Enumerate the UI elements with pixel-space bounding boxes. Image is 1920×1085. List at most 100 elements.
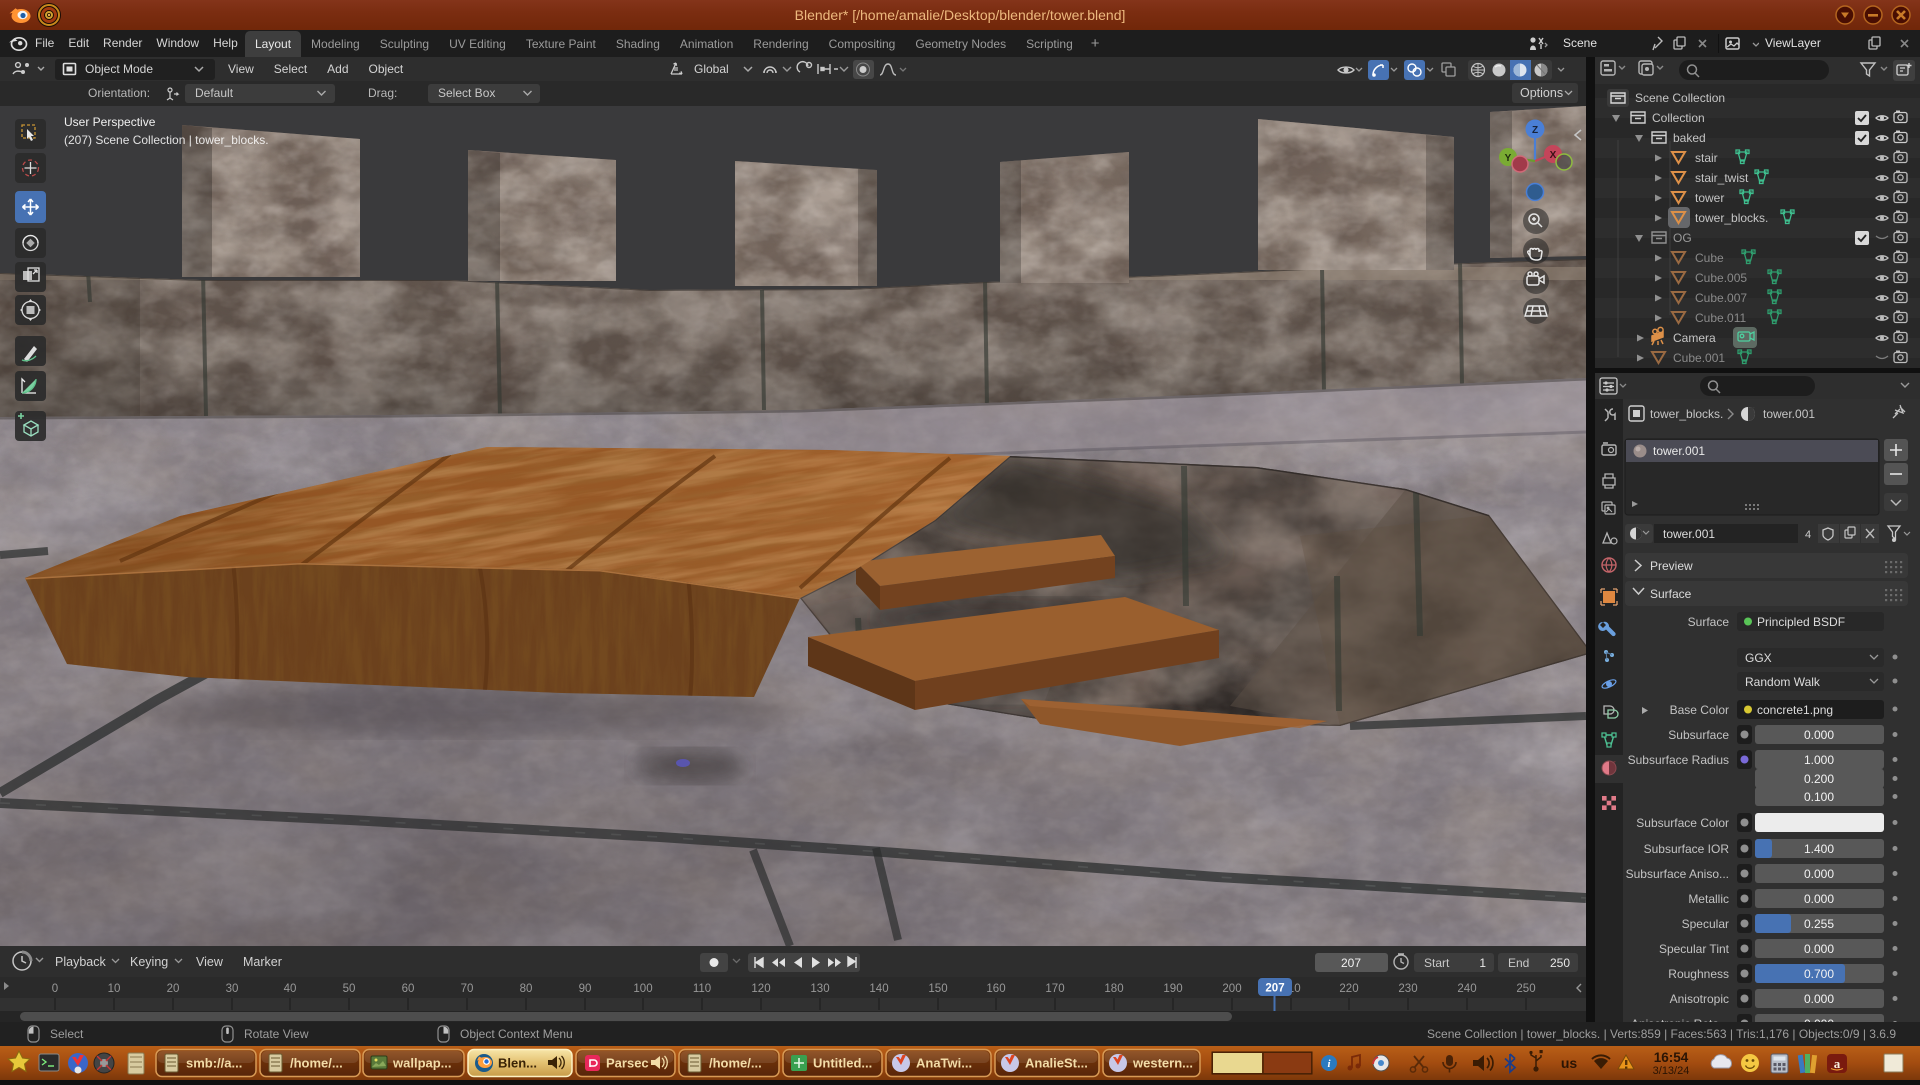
svg-text:Untitled...: Untitled... xyxy=(813,1056,872,1071)
svg-text:0.000: 0.000 xyxy=(1804,892,1834,906)
svg-text:Cube.011: Cube.011 xyxy=(1695,311,1746,325)
svg-text:tower_blocks.: tower_blocks. xyxy=(1695,211,1768,225)
svg-text:Collection: Collection xyxy=(1652,111,1705,125)
svg-text:Keying: Keying xyxy=(130,955,168,969)
svg-text:160: 160 xyxy=(986,983,1005,995)
svg-text:/home/...: /home/... xyxy=(709,1056,762,1071)
svg-text:Roughness: Roughness xyxy=(1668,967,1729,981)
svg-text:Playback: Playback xyxy=(55,955,106,969)
svg-text:110: 110 xyxy=(693,983,711,995)
svg-text:Base Color: Base Color xyxy=(1670,703,1729,717)
svg-text:X: X xyxy=(1550,150,1557,161)
svg-text:190: 190 xyxy=(1163,983,1182,995)
svg-text:0.000: 0.000 xyxy=(1804,942,1834,956)
svg-text:View: View xyxy=(196,955,224,969)
svg-text:Parsec: Parsec xyxy=(606,1056,649,1071)
svg-text:230: 230 xyxy=(1398,983,1417,995)
svg-text:250: 250 xyxy=(1550,956,1570,970)
svg-text:10: 10 xyxy=(108,983,121,995)
svg-text:Anisotropic: Anisotropic xyxy=(1670,992,1729,1006)
svg-text:150: 150 xyxy=(928,983,947,995)
svg-text:3/13/24: 3/13/24 xyxy=(1653,1065,1690,1077)
svg-text:stair_twist: stair_twist xyxy=(1695,171,1749,185)
svg-text:Preview: Preview xyxy=(1650,559,1693,573)
svg-text:Select: Select xyxy=(50,1027,84,1041)
svg-text:baked: baked xyxy=(1673,131,1706,145)
svg-text:Scene Collection | tower_block: Scene Collection | tower_blocks. | Verts… xyxy=(1427,1027,1896,1041)
svg-text:0.000: 0.000 xyxy=(1804,867,1834,881)
svg-text:tower.001: tower.001 xyxy=(1763,407,1815,421)
svg-text:AnaTwi...: AnaTwi... xyxy=(916,1056,972,1071)
svg-text:16:54: 16:54 xyxy=(1654,1050,1689,1065)
svg-text:tower: tower xyxy=(1695,191,1724,205)
svg-text:0.100: 0.100 xyxy=(1804,790,1834,804)
svg-text:Surface: Surface xyxy=(1650,587,1692,601)
svg-text:4: 4 xyxy=(1805,529,1811,541)
svg-text:Cube: Cube xyxy=(1695,251,1724,265)
svg-text:0.000: 0.000 xyxy=(1804,728,1834,742)
svg-text:0: 0 xyxy=(52,983,58,995)
svg-text:Camera: Camera xyxy=(1673,331,1716,345)
svg-text:Subsurface Radius: Subsurface Radius xyxy=(1628,753,1729,767)
svg-text:70: 70 xyxy=(461,983,474,995)
svg-text:60: 60 xyxy=(402,983,415,995)
svg-text:Marker: Marker xyxy=(243,955,282,969)
svg-text:us: us xyxy=(1561,1055,1578,1071)
svg-text:Cube.007: Cube.007 xyxy=(1695,291,1747,305)
svg-text:Surface: Surface xyxy=(1688,615,1730,629)
svg-text:50: 50 xyxy=(343,983,356,995)
svg-text:AnalieSt...: AnalieSt... xyxy=(1025,1056,1088,1071)
svg-text:100: 100 xyxy=(633,983,652,995)
svg-text:western...: western... xyxy=(1132,1056,1193,1071)
svg-text:Z: Z xyxy=(1532,125,1538,136)
svg-text:80: 80 xyxy=(520,983,533,995)
svg-text:1.000: 1.000 xyxy=(1804,753,1834,767)
svg-text:30: 30 xyxy=(226,983,239,995)
svg-text:Random Walk: Random Walk xyxy=(1745,675,1821,689)
svg-text:250: 250 xyxy=(1516,983,1535,995)
svg-text:GGX: GGX xyxy=(1745,651,1772,665)
svg-text:0.255: 0.255 xyxy=(1804,917,1834,931)
svg-text:200: 200 xyxy=(1222,983,1241,995)
svg-text:tower_blocks.: tower_blocks. xyxy=(1650,407,1723,421)
svg-text:Specular: Specular xyxy=(1682,917,1729,931)
svg-text:tower.001: tower.001 xyxy=(1653,444,1705,458)
svg-text:Y: Y xyxy=(1505,153,1512,164)
svg-text:stair: stair xyxy=(1695,151,1718,165)
svg-text:a: a xyxy=(1834,1056,1841,1071)
svg-text:180: 180 xyxy=(1104,983,1123,995)
svg-text:207: 207 xyxy=(1265,983,1284,995)
svg-text:40: 40 xyxy=(284,983,297,995)
svg-text:Principled BSDF: Principled BSDF xyxy=(1757,615,1845,629)
svg-text:140: 140 xyxy=(869,983,888,995)
svg-text:1.400: 1.400 xyxy=(1804,842,1834,856)
svg-text:Start: Start xyxy=(1424,956,1450,970)
svg-text:1: 1 xyxy=(1479,956,1486,970)
svg-text:170: 170 xyxy=(1045,983,1064,995)
svg-text:220: 220 xyxy=(1339,983,1358,995)
svg-text:90: 90 xyxy=(579,983,592,995)
svg-text:Metallic: Metallic xyxy=(1688,892,1729,906)
svg-text:Subsurface IOR: Subsurface IOR xyxy=(1644,842,1730,856)
svg-text:0.000: 0.000 xyxy=(1804,992,1834,1006)
svg-text:Scene Collection: Scene Collection xyxy=(1635,91,1725,105)
svg-text:Subsurface Aniso...: Subsurface Aniso... xyxy=(1626,867,1729,881)
svg-text:End: End xyxy=(1508,956,1529,970)
svg-text:207: 207 xyxy=(1341,956,1361,970)
svg-text:Rotate View: Rotate View xyxy=(244,1027,309,1041)
svg-text:concrete1.png: concrete1.png xyxy=(1757,703,1833,717)
svg-text:Specular Tint: Specular Tint xyxy=(1659,942,1730,956)
svg-text:20: 20 xyxy=(167,983,180,995)
svg-text:OG: OG xyxy=(1673,231,1692,245)
svg-text:Subsurface: Subsurface xyxy=(1668,728,1729,742)
svg-text:tower.001: tower.001 xyxy=(1663,527,1715,541)
svg-text:130: 130 xyxy=(810,983,829,995)
svg-text:Cube.001: Cube.001 xyxy=(1673,351,1725,365)
svg-text:Subsurface Color: Subsurface Color xyxy=(1636,816,1729,830)
svg-text:Blen...: Blen... xyxy=(498,1056,537,1071)
svg-text:Cube.005: Cube.005 xyxy=(1695,271,1747,285)
svg-text:/home/...: /home/... xyxy=(290,1056,343,1071)
svg-text:0.700: 0.700 xyxy=(1804,967,1834,981)
svg-text:smb://a...: smb://a... xyxy=(186,1056,242,1071)
svg-text:wallpap...: wallpap... xyxy=(392,1056,452,1071)
